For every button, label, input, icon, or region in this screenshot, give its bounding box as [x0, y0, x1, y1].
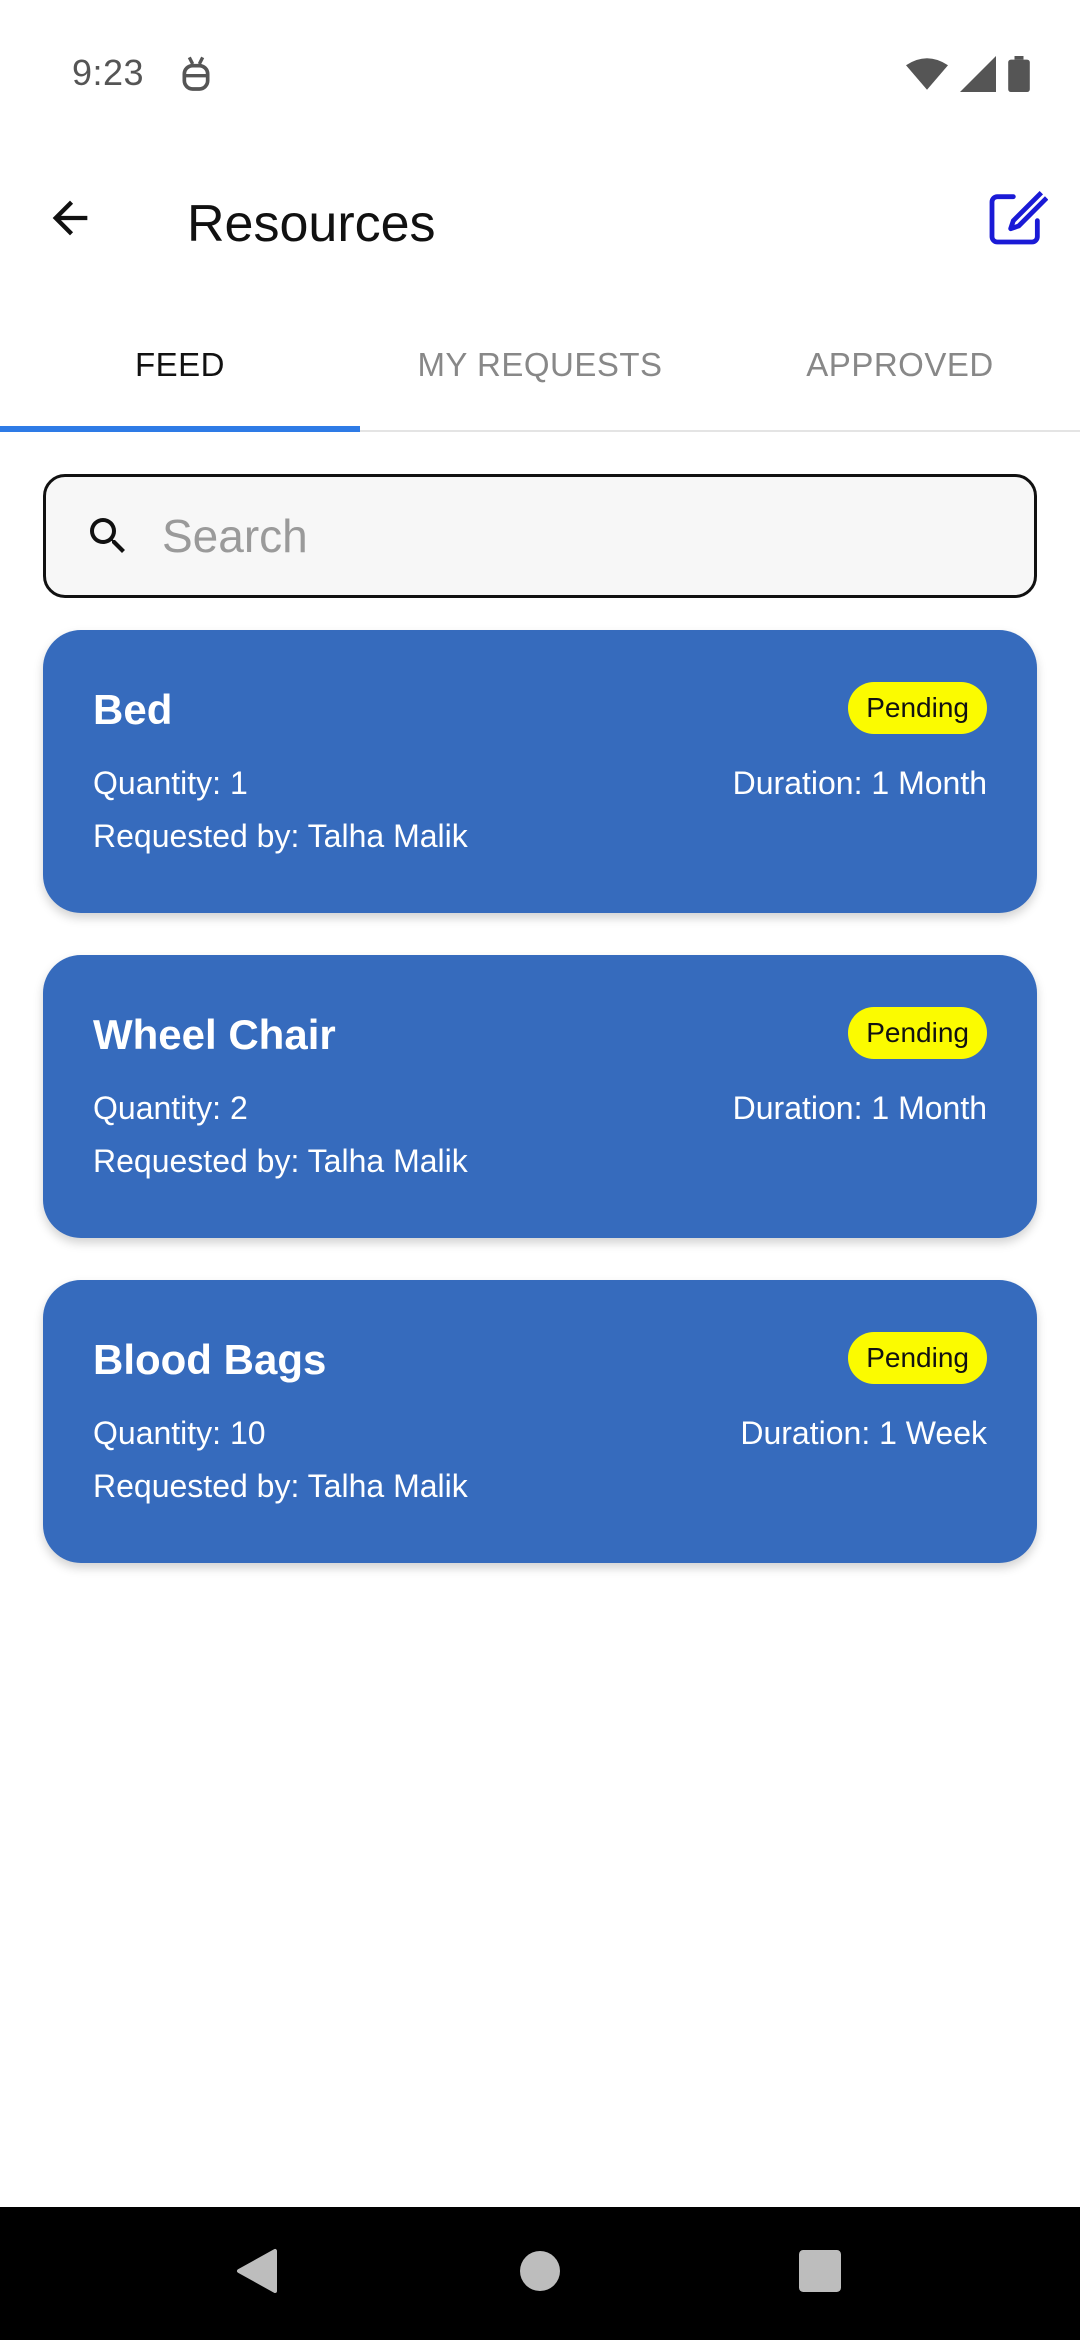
- cellular-signal-icon: [960, 56, 996, 97]
- edit-button[interactable]: [976, 180, 1056, 260]
- card-requested-by: Requested by: Talha Malik: [93, 818, 468, 854]
- tab-approved[interactable]: APPROVED: [720, 300, 1080, 430]
- card-requested-by: Requested by: Talha Malik: [93, 1143, 468, 1179]
- tab-indicator: [0, 426, 360, 432]
- nav-recents-button[interactable]: [760, 2207, 880, 2340]
- page-title: Resources: [187, 195, 436, 253]
- resources-screen: 9:23 Resources FEED MY REQUESTS APPROVED…: [0, 0, 1080, 2340]
- nav-recents-square-icon: [799, 2250, 841, 2297]
- app-bar: Resources: [0, 150, 1080, 300]
- card-quantity: Quantity: 1: [93, 765, 248, 801]
- search-input[interactable]: [162, 509, 1002, 563]
- nav-home-button[interactable]: [480, 2207, 600, 2340]
- resource-card-wheel-chair[interactable]: Wheel Chair Pending Quantity: 2 Duration…: [43, 955, 1037, 1238]
- battery-icon: [1008, 56, 1030, 97]
- status-badge: Pending: [848, 1332, 987, 1384]
- tab-feed-label: FEED: [134, 346, 225, 383]
- wifi-icon: [906, 56, 948, 97]
- resource-list: Bed Pending Quantity: 1 Duration: 1 Mont…: [43, 630, 1037, 1605]
- card-quantity: Quantity: 10: [93, 1415, 266, 1451]
- nav-back-triangle-icon: [235, 2247, 279, 2300]
- status-time: 9:23: [72, 52, 145, 93]
- resource-card-blood-bags[interactable]: Blood Bags Pending Quantity: 10 Duration…: [43, 1280, 1037, 1563]
- android-debug-icon: [176, 54, 216, 94]
- status-badge: Pending: [848, 1007, 987, 1059]
- nav-home-circle-icon: [518, 2249, 562, 2298]
- search-box[interactable]: [43, 474, 1037, 598]
- card-duration: Duration: 1 Month: [732, 765, 987, 801]
- search-icon: [80, 508, 136, 564]
- card-title: Wheel Chair: [93, 1011, 336, 1058]
- resource-card-bed[interactable]: Bed Pending Quantity: 1 Duration: 1 Mont…: [43, 630, 1037, 913]
- card-title: Bed: [93, 686, 173, 733]
- card-requested-by: Requested by: Talha Malik: [93, 1468, 468, 1504]
- tab-my-requests[interactable]: MY REQUESTS: [360, 300, 720, 430]
- system-nav-bar: [0, 2207, 1080, 2340]
- card-quantity: Quantity: 2: [93, 1090, 248, 1126]
- nav-back-button[interactable]: [197, 2207, 317, 2340]
- arrow-back-icon: [44, 192, 96, 249]
- status-bar: 9:23: [0, 0, 1080, 150]
- status-icons: [906, 56, 1030, 97]
- tab-feed[interactable]: FEED: [0, 300, 360, 432]
- card-duration: Duration: 1 Week: [740, 1415, 987, 1451]
- status-badge: Pending: [848, 682, 987, 734]
- card-title: Blood Bags: [93, 1336, 327, 1383]
- back-button[interactable]: [30, 180, 110, 260]
- tab-my-requests-label: MY REQUESTS: [417, 346, 663, 383]
- edit-square-icon: [984, 186, 1049, 255]
- tab-bar: FEED MY REQUESTS APPROVED: [0, 300, 1080, 432]
- tab-approved-label: APPROVED: [806, 346, 994, 383]
- card-duration: Duration: 1 Month: [732, 1090, 987, 1126]
